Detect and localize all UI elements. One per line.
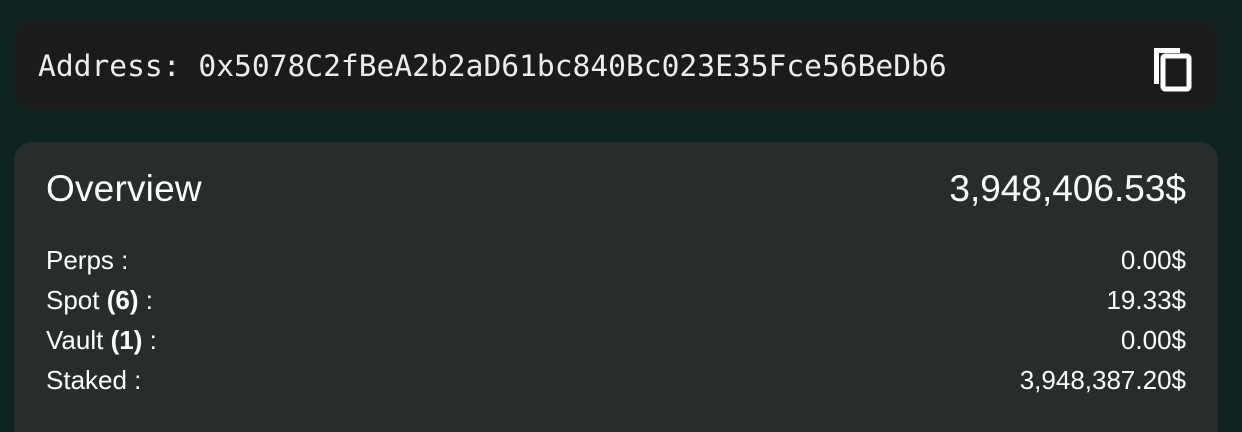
row-label: Perps : (46, 244, 129, 275)
address-text: Address: 0x5078C2fBeA2b2aD61bc840Bc023E3… (38, 22, 947, 110)
row-vault: Vault (1) : 0.00$ (46, 320, 1186, 360)
row-perps: Perps : 0.00$ (46, 240, 1186, 280)
row-value: 3,948,387.20$ (1019, 364, 1186, 395)
row-value: 19.33$ (1106, 284, 1186, 315)
overview-title: Overview (46, 168, 202, 209)
row-staked: Staked : 3,948,387.20$ (46, 360, 1186, 400)
row-value: 0.00$ (1120, 244, 1186, 275)
address-label: Address: (38, 49, 181, 83)
row-spot: Spot (6) : 19.33$ (46, 280, 1186, 320)
row-label: Spot (6) : (46, 284, 153, 315)
copy-address-button[interactable] (1142, 44, 1202, 92)
overview-rows: Perps : 0.00$ Spot (6) : 19.33$ Vault (1… (46, 240, 1186, 400)
overview-total: 3,948,406.53$ (949, 168, 1186, 209)
row-count: (1) (110, 324, 143, 355)
row-label: Staked : (46, 364, 142, 395)
row-label: Vault (1) : (46, 324, 157, 355)
copy-icon (1154, 48, 1192, 92)
row-value: 0.00$ (1120, 324, 1186, 355)
overview-card: Overview 3,948,406.53$ Perps : 0.00$ Spo… (14, 142, 1218, 432)
address-value[interactable]: 0x5078C2fBeA2b2aD61bc840Bc023E35Fce56BeD… (198, 49, 946, 83)
row-count: (6) (106, 284, 139, 315)
address-bar: Address: 0x5078C2fBeA2b2aD61bc840Bc023E3… (14, 22, 1218, 110)
